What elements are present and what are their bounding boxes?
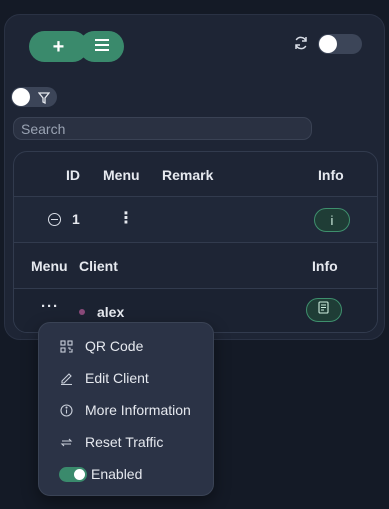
edit-icon: [59, 371, 73, 385]
table-row[interactable]: 1 ⋮ i: [14, 197, 377, 243]
client-status-dot: [79, 309, 85, 315]
menu-item-label: Edit Client: [85, 370, 149, 386]
enabled-toggle-knob: [74, 468, 85, 480]
filter-toggle[interactable]: [11, 87, 57, 107]
menu-item-qr-code[interactable]: QR Code: [59, 335, 143, 357]
collapse-icon[interactable]: [48, 213, 61, 226]
menu-item-enabled[interactable]: Enabled: [59, 463, 142, 485]
client-table-header: Menu Client Info: [14, 243, 377, 289]
client-header-info: Info: [312, 258, 338, 274]
qr-code-icon: [59, 339, 73, 353]
auto-refresh-toggle[interactable]: [318, 34, 362, 54]
client-header-menu: Menu: [31, 258, 68, 274]
header-id: ID: [66, 167, 80, 183]
table-header-row: ID Menu Remark Info: [14, 152, 377, 197]
info-button[interactable]: i: [314, 208, 350, 232]
menu-item-label: Reset Traffic: [85, 434, 164, 450]
inbounds-table: ID Menu Remark Info 1 ⋮ i Menu Client In…: [13, 151, 378, 333]
client-header-client: Client: [79, 258, 118, 274]
row-menu-icon[interactable]: ⋮: [118, 208, 134, 228]
reset-icon: [59, 435, 73, 449]
client-menu-icon[interactable]: ···: [41, 298, 59, 315]
toggle-knob: [319, 35, 337, 53]
filter-icon: [37, 91, 51, 109]
menu-item-more-information[interactable]: More Information: [59, 399, 191, 421]
list-icon: [94, 38, 109, 56]
info-icon: [59, 403, 73, 417]
client-info-button[interactable]: [306, 298, 342, 322]
header-remark: Remark: [162, 167, 214, 183]
enabled-label: Enabled: [91, 466, 143, 482]
enabled-toggle[interactable]: [59, 466, 87, 482]
client-name: alex: [97, 304, 125, 320]
search-input[interactable]: Search: [13, 117, 312, 140]
menu-item-label: QR Code: [85, 338, 144, 354]
info-icon: i: [330, 212, 334, 228]
menu-item-reset-traffic[interactable]: Reset Traffic: [59, 431, 163, 453]
list-button[interactable]: [79, 31, 124, 62]
filter-toggle-knob: [12, 88, 30, 106]
client-context-menu: QR Code Edit Client More Information Res…: [38, 322, 214, 496]
plus-icon: +: [52, 35, 65, 58]
menu-item-edit-client[interactable]: Edit Client: [59, 367, 149, 389]
client-info-icon: [318, 301, 330, 319]
menu-item-label: More Information: [85, 402, 191, 418]
header-menu: Menu: [103, 167, 140, 183]
inbounds-card: + Search ID Menu Remark Info 1 ⋮ i Menu …: [4, 14, 385, 340]
row-id: 1: [72, 211, 80, 227]
header-info: Info: [318, 167, 344, 183]
refresh-icon[interactable]: [293, 35, 309, 56]
